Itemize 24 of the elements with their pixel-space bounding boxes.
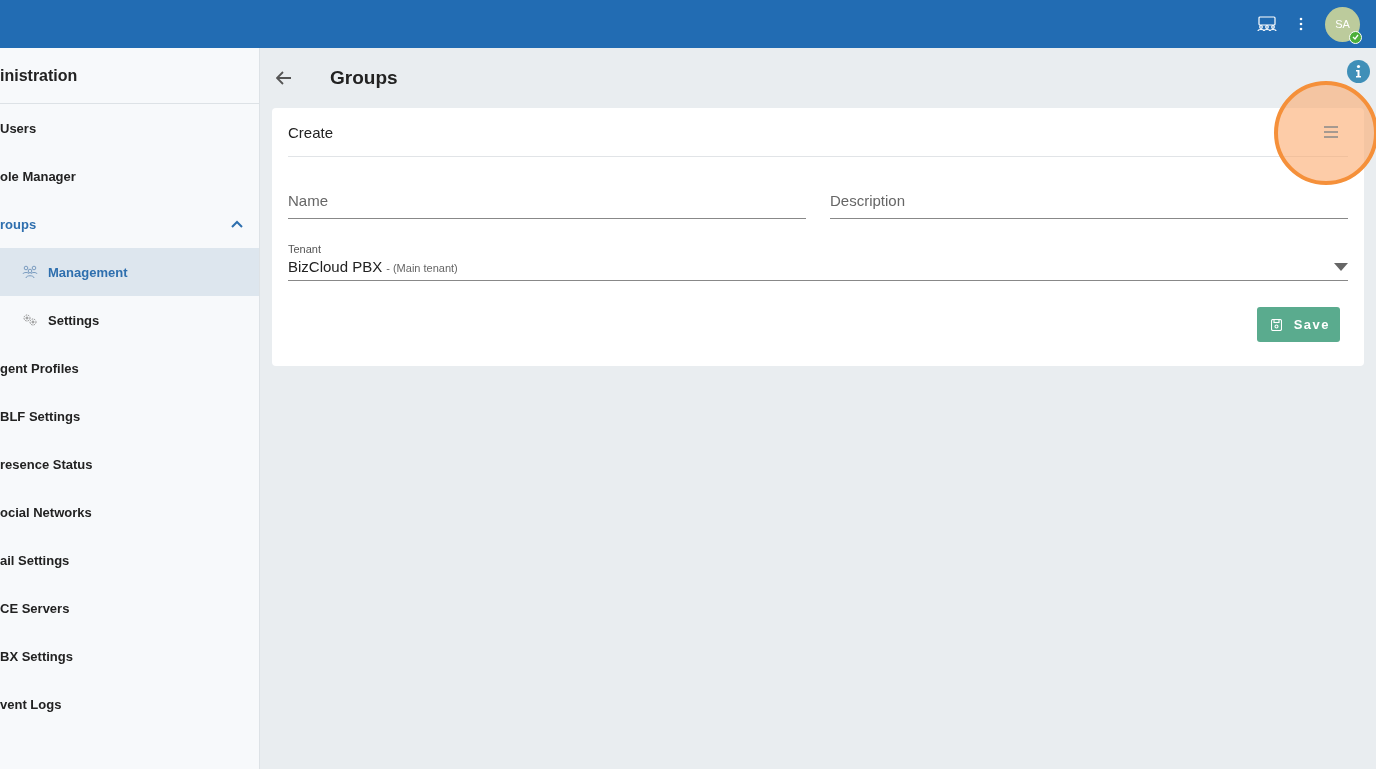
sidebar-item[interactable]: ole Manager — [0, 152, 259, 200]
sidebar-item[interactable]: roups — [0, 200, 259, 248]
gears-icon — [22, 313, 38, 327]
sidebar-subitem[interactable]: Settings — [0, 296, 259, 344]
sidebar-item[interactable]: BX Settings — [0, 632, 259, 680]
sidebar-item[interactable]: Users — [0, 104, 259, 152]
more-menu-button[interactable] — [1299, 17, 1303, 31]
sidebar-item[interactable]: CE Servers — [0, 584, 259, 632]
conference-button[interactable] — [1257, 16, 1277, 32]
dropdown-arrow-icon — [1334, 263, 1348, 271]
card-title: Create — [288, 123, 334, 141]
tenant-select[interactable]: Tenant BizCloud PBX - (Main tenant) — [288, 243, 1348, 281]
sidebar-title: inistration — [0, 48, 259, 104]
sidebar-item[interactable]: vent Logs — [0, 680, 259, 728]
sidebar-subitem[interactable]: Management — [0, 248, 259, 296]
people-icon — [22, 265, 38, 279]
info-icon[interactable] — [1347, 60, 1370, 83]
sidebar-item[interactable]: BLF Settings — [0, 392, 259, 440]
sidebar-item[interactable]: ocial Networks — [0, 488, 259, 536]
page-title: Groups — [330, 67, 398, 89]
sidebar-item[interactable]: gent Profiles — [0, 344, 259, 392]
back-button[interactable] — [276, 71, 292, 85]
sidebar-item[interactable]: ail Settings — [0, 536, 259, 584]
sidebar-item[interactable]: resence Status — [0, 440, 259, 488]
